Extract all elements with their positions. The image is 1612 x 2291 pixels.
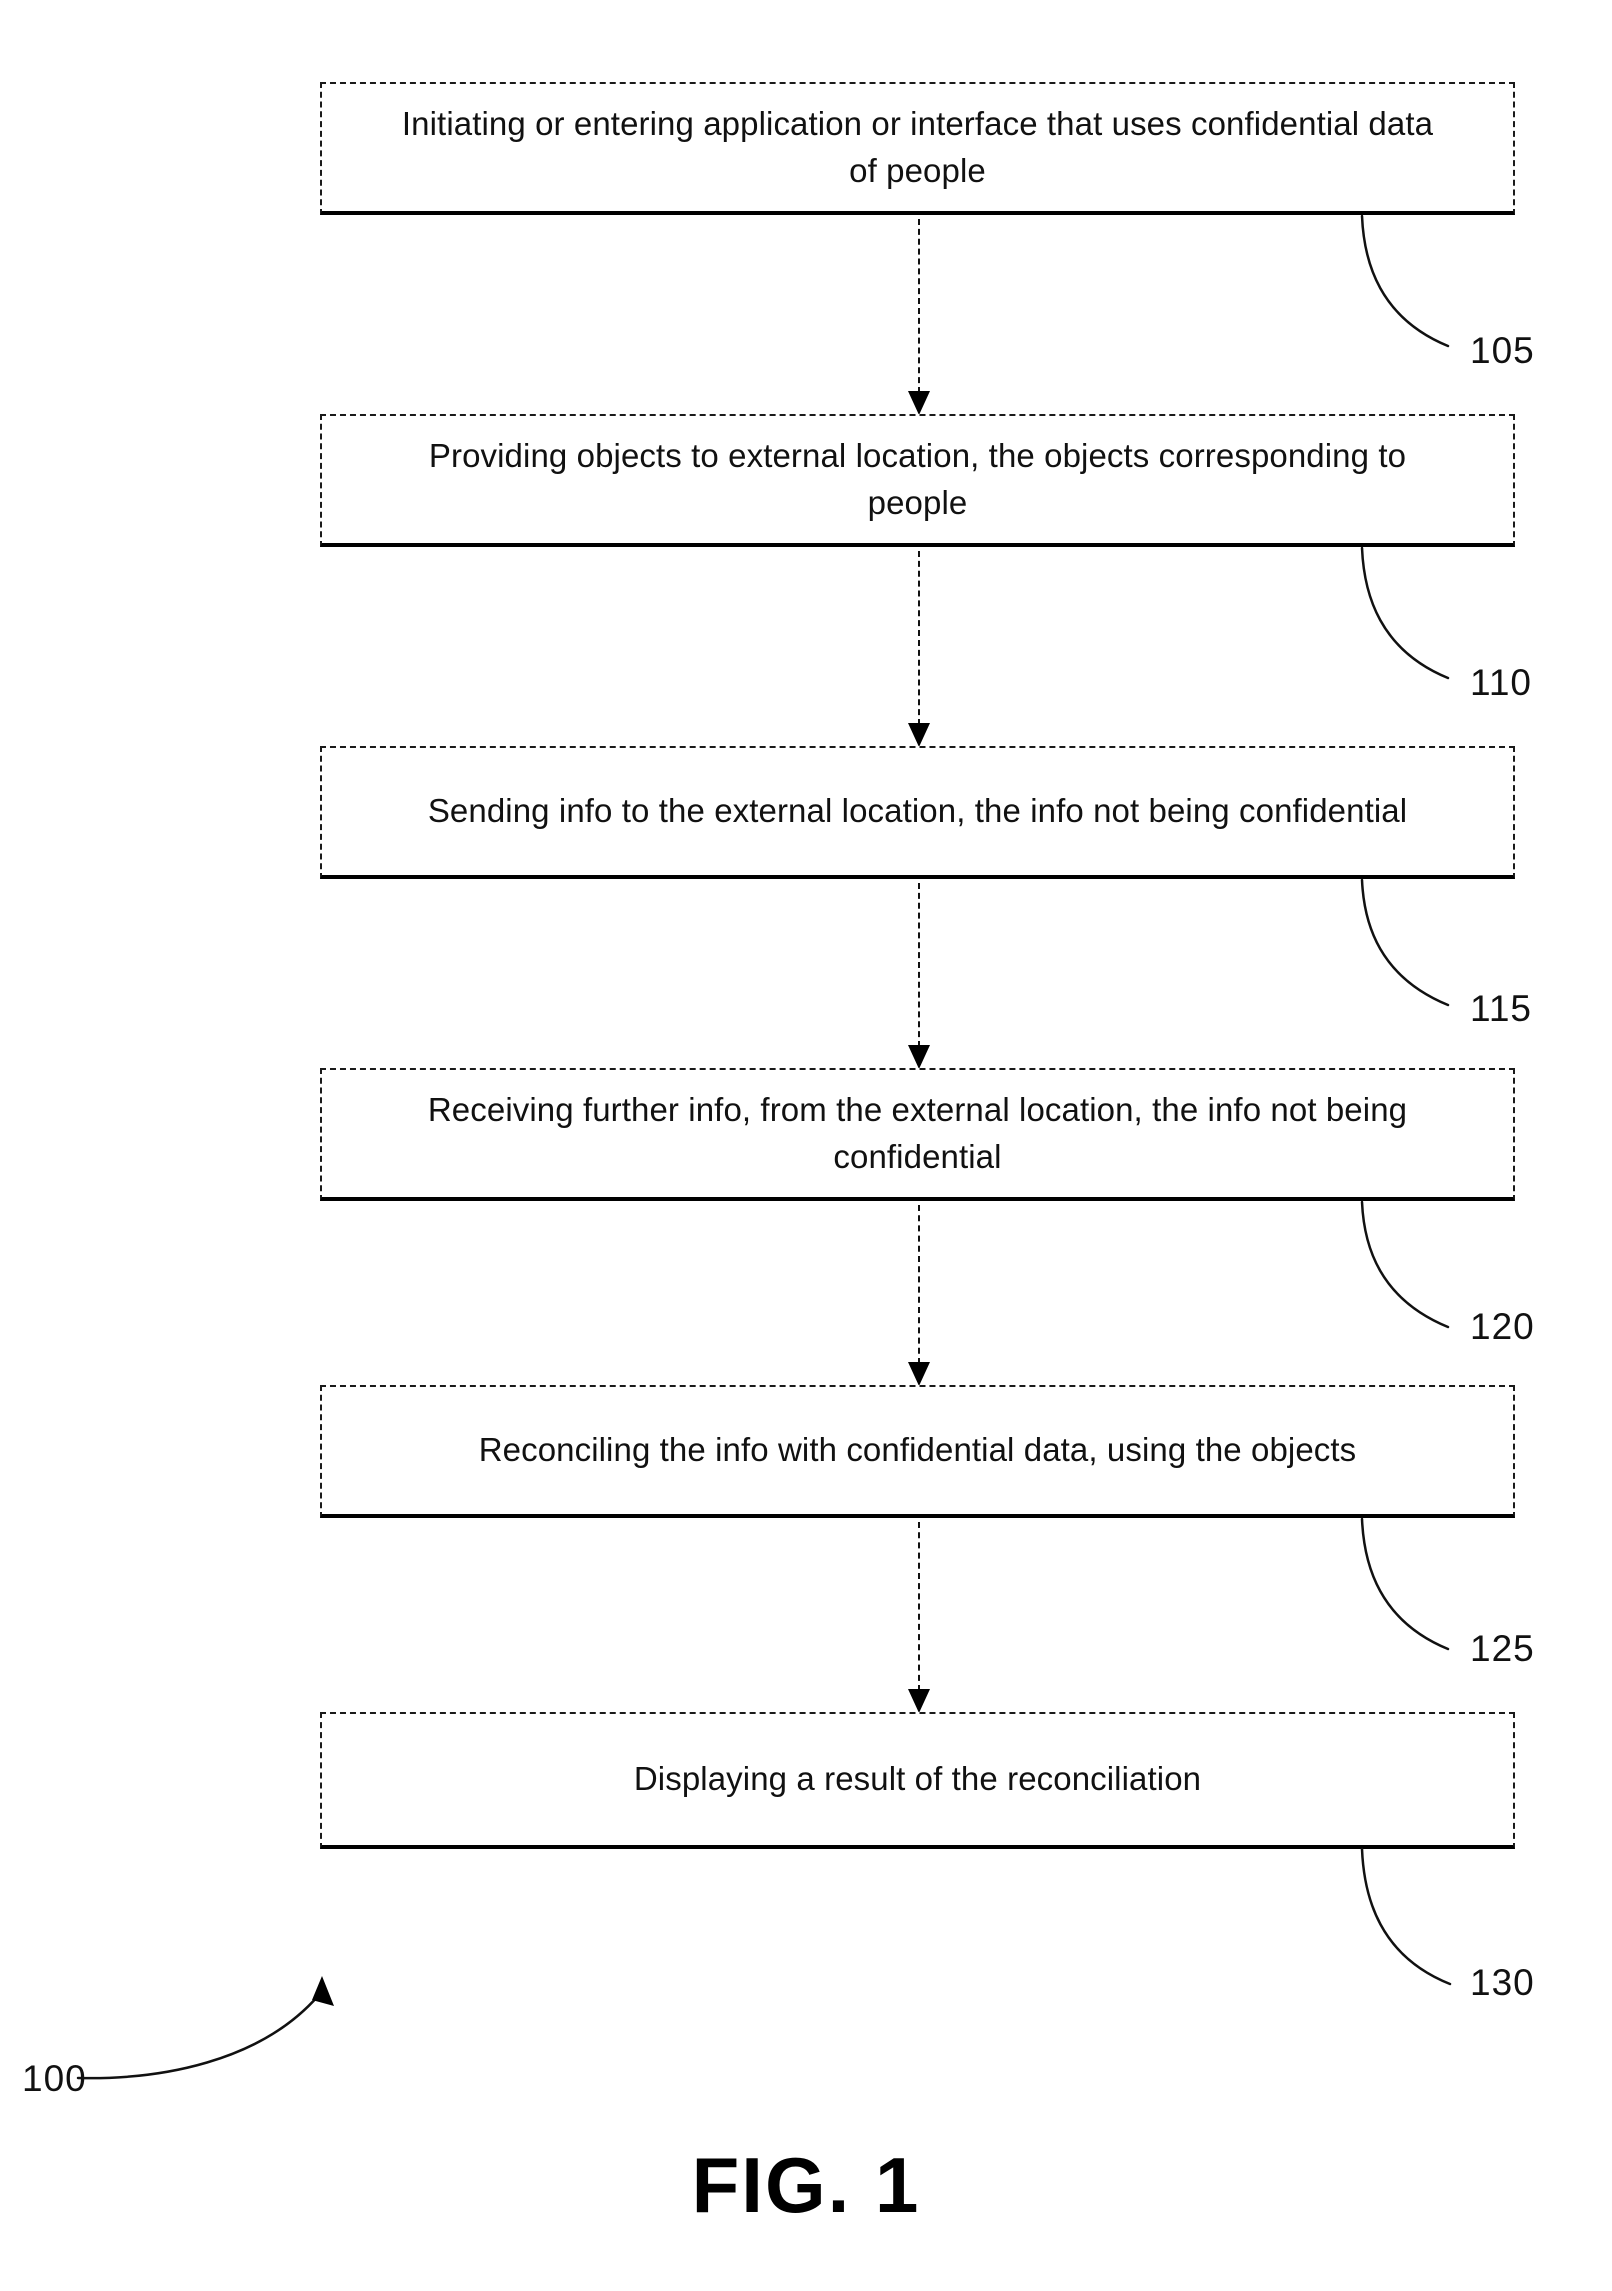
figure-caption: FIG. 1 [691, 2141, 921, 2229]
leader-line-100 [76, 1976, 334, 2080]
connector-shaft [918, 1522, 920, 1691]
flow-step-text-120: Receiving further info, from the externa… [427, 1090, 1408, 1175]
flow-step-box-110: Providing objects to external location, … [320, 414, 1515, 547]
flow-step-text-125: Reconciling the info with confidential d… [478, 1431, 1357, 1469]
flow-connector-125-to-130 [903, 1522, 935, 1713]
reference-numeral-130: 130 [1470, 1962, 1535, 2003]
reference-numeral-115: 115 [1470, 988, 1532, 1029]
arrowhead-icon [908, 1045, 930, 1069]
reference-numeral-110: 110 [1470, 662, 1532, 703]
flow-step-text-115: Sending info to the external location, t… [427, 792, 1408, 830]
flow-step-box-125: Reconciling the info with confidential d… [320, 1385, 1515, 1518]
flow-step-text-110: Providing objects to external location, … [428, 436, 1407, 521]
flow-step-box-120: Receiving further info, from the externa… [320, 1068, 1515, 1201]
flow-connector-105-to-110 [903, 219, 935, 415]
connector-shaft [918, 883, 920, 1047]
flow-step-box-130: Displaying a result of the reconciliatio… [320, 1712, 1515, 1849]
arrowhead-icon [908, 723, 930, 747]
flow-step-box-115: Sending info to the external location, t… [320, 746, 1515, 879]
arrowhead-icon [908, 391, 930, 415]
flow-connector-115-to-120 [903, 883, 935, 1069]
flow-connector-120-to-125 [903, 1205, 935, 1386]
reference-numeral-105: 105 [1470, 330, 1535, 371]
flow-step-box-105: Initiating or entering application or in… [320, 82, 1515, 215]
connector-shaft [918, 551, 920, 725]
reference-numeral-120: 120 [1470, 1306, 1535, 1347]
flow-connector-110-to-115 [903, 551, 935, 747]
patent-figure-page: Initiating or entering application or in… [0, 0, 1612, 2291]
connector-shaft [918, 219, 920, 393]
flow-step-text-130: Displaying a result of the reconciliatio… [633, 1760, 1202, 1798]
arrowhead-icon [908, 1689, 930, 1713]
connector-shaft [918, 1205, 920, 1364]
diagram-reference-numeral-100: 100 [22, 2058, 87, 2099]
reference-numeral-125: 125 [1470, 1628, 1535, 1669]
arrowhead-icon [908, 1362, 930, 1386]
flow-step-text-105: Initiating or entering application or in… [401, 104, 1434, 189]
